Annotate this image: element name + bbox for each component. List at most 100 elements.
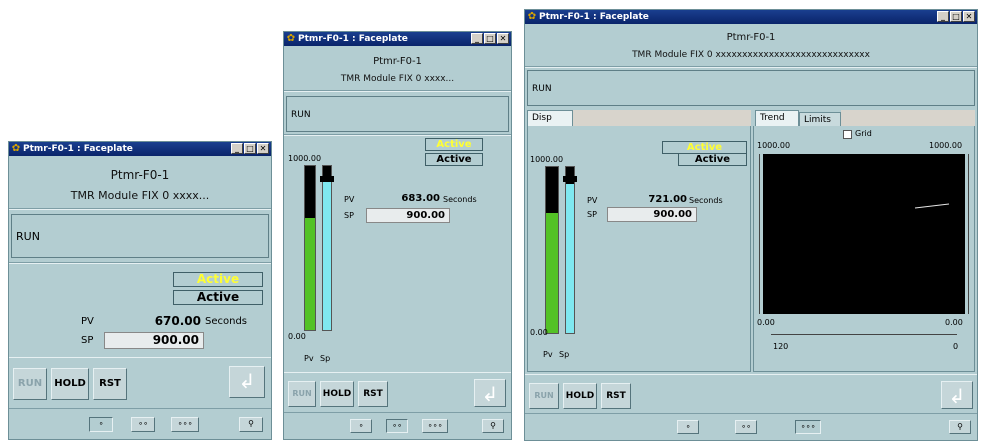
title-bar[interactable]: ✿ Ptmr-F0-1 : Faceplate _ □ ✕ <box>9 142 271 156</box>
pv-value: 683.00 <box>401 193 440 204</box>
minimize-button[interactable]: _ <box>937 11 949 22</box>
pv-bar <box>304 165 316 331</box>
enter-arrow-icon[interactable]: ↲ <box>474 379 506 407</box>
trend-time-axis <box>771 332 957 335</box>
mode-display: RUN <box>11 214 269 258</box>
tab-limits[interactable]: Limits <box>799 112 841 126</box>
control-buttons: RUN HOLD RST ↲ <box>9 357 271 408</box>
window-title: Ptmr-F0-1 : Faceplate <box>539 12 649 22</box>
pv-label: PV <box>587 196 598 205</box>
view-1-button[interactable]: ∘ <box>677 420 699 434</box>
title-bar[interactable]: ✿ Ptmr-F0-1 : Faceplate _ □ ✕ <box>525 10 977 24</box>
pin-icon[interactable]: ⚲ <box>482 419 504 433</box>
scale-max: 1000.00 <box>288 154 322 163</box>
sp-label: SP <box>81 335 94 346</box>
divider <box>284 134 511 136</box>
trend-y-bottom-right: 0.00 <box>945 318 963 327</box>
pv-bar <box>545 166 559 334</box>
mode-display: RUN <box>527 70 975 106</box>
hold-button[interactable]: HOLD <box>563 383 597 409</box>
alarm-status: Active <box>425 138 483 151</box>
hold-button[interactable]: HOLD <box>320 381 354 407</box>
pv-units: Seconds <box>689 196 723 205</box>
state-status: Active <box>425 153 483 166</box>
tab-strip <box>573 110 751 126</box>
sp-label: SP <box>344 211 354 220</box>
run-button[interactable]: RUN <box>288 381 316 407</box>
reset-button[interactable]: RST <box>601 383 631 409</box>
scale-min: 0.00 <box>288 332 306 341</box>
mode-display: RUN <box>286 96 509 132</box>
sp-input[interactable]: 900.00 <box>607 207 697 222</box>
tag-name: Ptmr-F0-1 <box>110 168 170 182</box>
close-button[interactable]: ✕ <box>497 33 509 44</box>
pv-units: Seconds <box>205 316 248 327</box>
grid-label: Grid <box>855 129 872 138</box>
close-button[interactable]: ✕ <box>257 143 269 154</box>
reset-button[interactable]: RST <box>93 368 127 400</box>
pv-label: PV <box>344 195 355 204</box>
pv-label: PV <box>81 316 94 327</box>
pv-value: 670.00 <box>154 314 201 328</box>
nav-bar: ∘ ∘∘ ∘∘∘ ⚲ <box>9 408 271 439</box>
alarm-status: Active <box>173 272 263 287</box>
maximize-button[interactable]: □ <box>484 33 496 44</box>
trend-left-axis <box>759 154 762 314</box>
maximize-button[interactable]: □ <box>244 143 256 154</box>
pin-icon[interactable]: ⚲ <box>949 420 971 434</box>
trend-y-top-left: 1000.00 <box>757 141 791 150</box>
pv-value: 721.00 <box>648 194 687 205</box>
sp-bar <box>565 166 575 334</box>
pv-bar-fill <box>305 218 315 330</box>
tag-name: Ptmr-F0-1 <box>726 32 776 43</box>
divider <box>284 90 511 92</box>
close-button[interactable]: ✕ <box>963 11 975 22</box>
tab-trend[interactable]: Trend <box>755 110 799 126</box>
control-buttons: RUN HOLD RST ↲ <box>284 372 511 413</box>
sp-input[interactable]: 900.00 <box>366 208 450 223</box>
view-2-button[interactable]: ∘∘ <box>735 420 757 434</box>
minimize-button[interactable]: _ <box>231 143 243 154</box>
tag-description: TMR Module FIX 0 xxxx... <box>70 189 210 202</box>
tag-description: TMR Module FIX 0 xxxxxxxxxxxxxxxxxxxxxxx… <box>632 50 870 60</box>
bar-sp-label: Sp <box>320 354 331 363</box>
view-3-button[interactable]: ∘∘∘ <box>171 417 199 432</box>
run-button[interactable]: RUN <box>13 368 47 400</box>
tag-description: TMR Module FIX 0 xxxx... <box>340 74 455 84</box>
tag-name: Ptmr-F0-1 <box>373 56 422 67</box>
reset-button[interactable]: RST <box>358 381 388 407</box>
run-button[interactable]: RUN <box>529 383 559 409</box>
view-2-button[interactable]: ∘∘ <box>131 417 155 432</box>
hold-button[interactable]: HOLD <box>51 368 89 400</box>
faceplate-window-large: ✿ Ptmr-F0-1 : Faceplate _ □ ✕ Ptmr-F0-1 … <box>524 9 978 441</box>
app-icon: ✿ <box>286 33 296 44</box>
trend-x-right: 0 <box>953 342 959 351</box>
enter-arrow-icon[interactable]: ↲ <box>229 366 265 398</box>
sp-marker-icon <box>563 176 577 182</box>
sp-input[interactable]: 900.00 <box>104 332 204 349</box>
grid-checkbox[interactable] <box>843 130 852 139</box>
trend-x-left: 120 <box>773 342 789 351</box>
pin-icon[interactable]: ⚲ <box>239 417 263 432</box>
tab-disp[interactable]: Disp <box>527 110 573 126</box>
title-bar[interactable]: ✿ Ptmr-F0-1 : Faceplate _ □ ✕ <box>284 32 511 46</box>
faceplate-window-medium: ✿ Ptmr-F0-1 : Faceplate _ □ ✕ Ptmr-F0-1 … <box>283 31 512 440</box>
view-3-button[interactable]: ∘∘∘ <box>422 419 448 433</box>
trend-right-axis <box>966 154 969 314</box>
bar-sp-label: Sp <box>559 350 570 359</box>
view-3-button[interactable]: ∘∘∘ <box>795 420 821 434</box>
nav-bar: ∘ ∘∘ ∘∘∘ ⚲ <box>284 412 511 439</box>
minimize-button[interactable]: _ <box>471 33 483 44</box>
scale-min: 0.00 <box>530 328 548 337</box>
bar-pv-label: Pv <box>304 354 314 363</box>
sp-bar-fill <box>323 182 331 330</box>
enter-arrow-icon[interactable]: ↲ <box>941 381 973 409</box>
bar-pv-label: Pv <box>543 350 553 359</box>
maximize-button[interactable]: □ <box>950 11 962 22</box>
sp-marker-icon <box>320 176 334 182</box>
view-1-button[interactable]: ∘ <box>89 417 113 432</box>
pv-units: Seconds <box>443 195 477 204</box>
view-1-button[interactable]: ∘ <box>350 419 372 433</box>
scale-max: 1000.00 <box>530 155 564 164</box>
view-2-button[interactable]: ∘∘ <box>386 419 408 433</box>
